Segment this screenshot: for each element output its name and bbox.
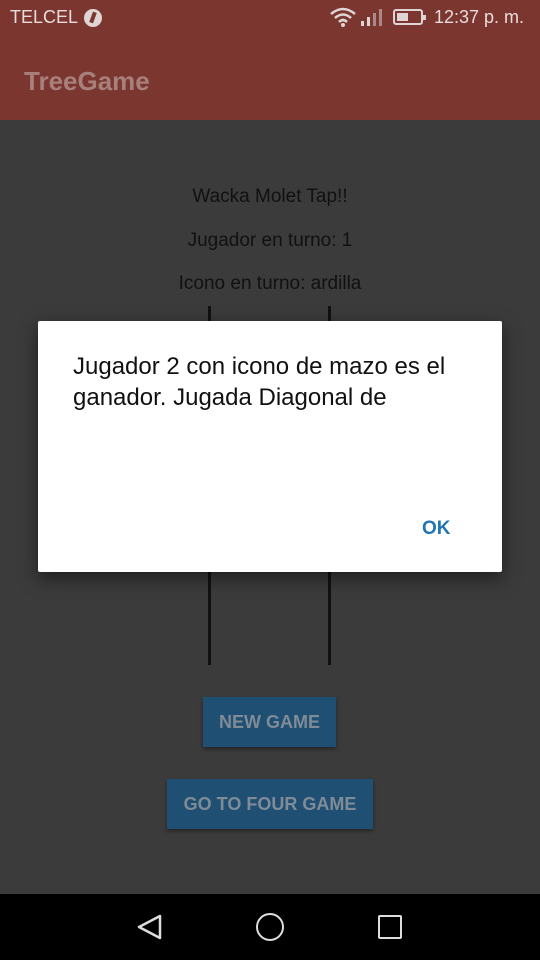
game-title: Wacka Molet Tap!! [192, 186, 348, 207]
carrier-status-icon [84, 9, 102, 27]
grid-line-left-bottom [208, 572, 211, 665]
status-bar: TELCEL 12:37 p. m. [0, 0, 540, 36]
signal-icon [361, 9, 382, 26]
grid-line-right-bottom [328, 572, 331, 665]
current-player-text: Jugador en turno: 1 [187, 230, 353, 251]
new-game-button[interactable]: NEW GAME [203, 697, 336, 747]
navigation-bar [0, 894, 540, 960]
wifi-icon [330, 7, 356, 27]
current-icon-text: Icono en turno: ardilla [178, 273, 362, 294]
winner-dialog: Jugador 2 con icono de mazo es el ganado… [38, 321, 502, 572]
carrier-name: TELCEL [10, 7, 79, 27]
ok-button[interactable]: OK [422, 518, 451, 540]
grid-line-right-top [328, 306, 331, 322]
clock: 12:37 p. m. [434, 7, 525, 27]
four-game-button[interactable]: GO TO FOUR GAME [167, 779, 373, 829]
recents-icon[interactable] [378, 915, 402, 939]
back-icon[interactable] [136, 913, 164, 941]
app-title: TreeGame [24, 66, 150, 96]
home-icon[interactable] [256, 913, 284, 941]
grid-line-left-top [208, 306, 211, 322]
dialog-message: Jugador 2 con icono de mazo es el ganado… [73, 353, 446, 411]
app-bar: TreeGame [0, 36, 540, 120]
battery-icon [393, 9, 426, 25]
